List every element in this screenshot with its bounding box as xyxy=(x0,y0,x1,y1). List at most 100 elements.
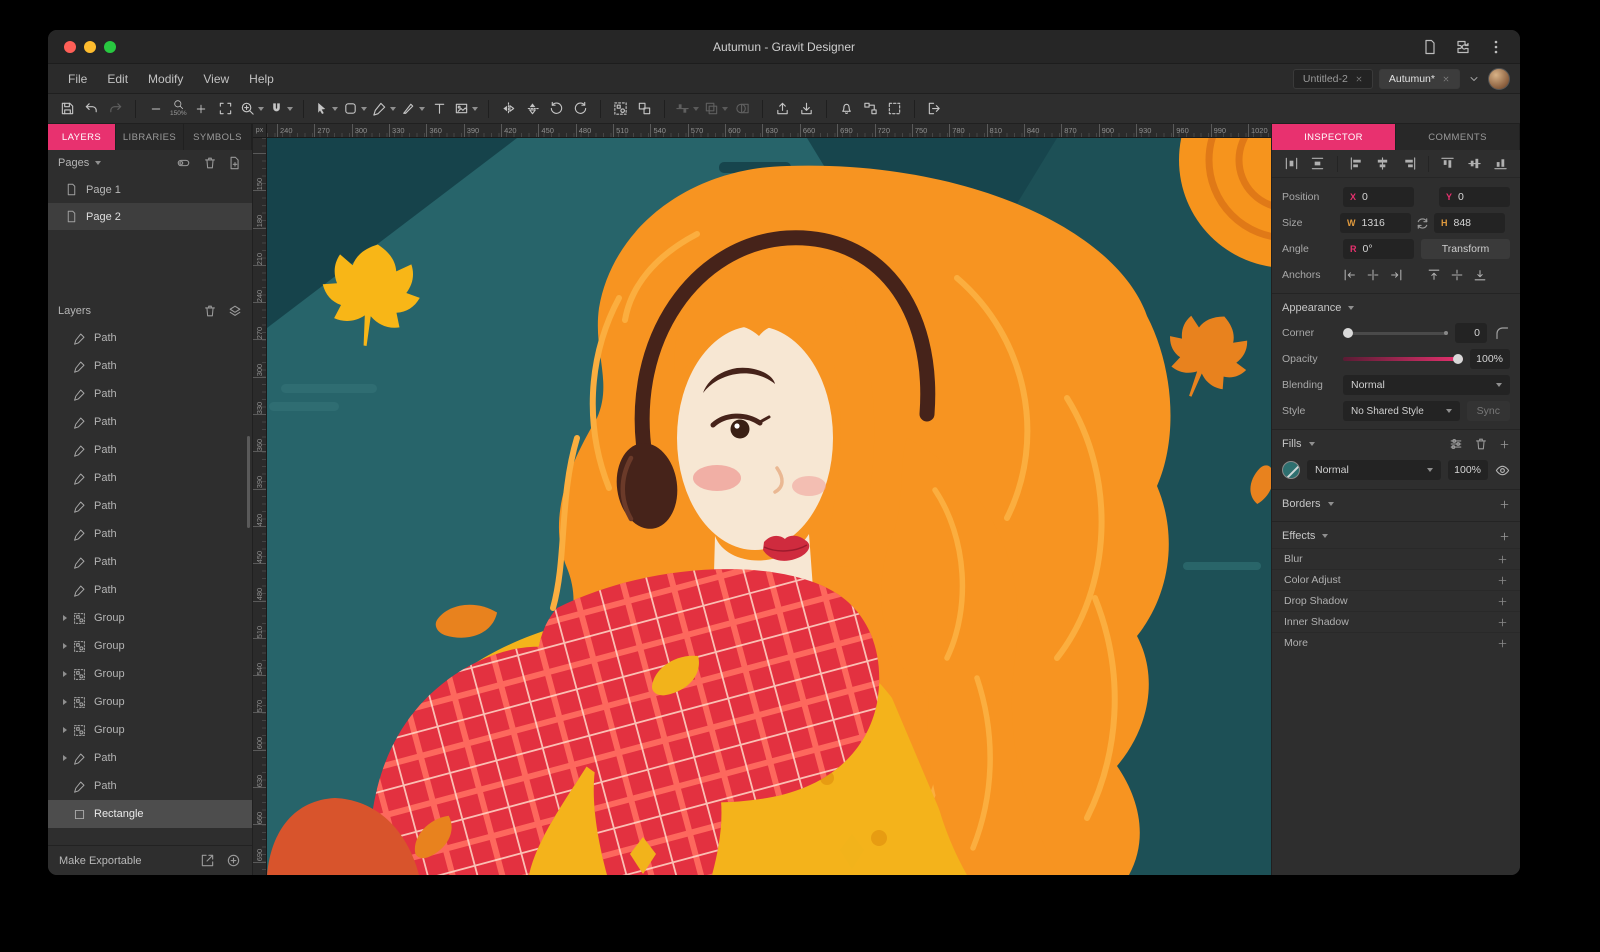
blending-select[interactable]: Normal xyxy=(1343,375,1510,395)
effects-header[interactable]: Effects xyxy=(1272,524,1520,548)
fill-visibility-icon[interactable] xyxy=(1495,463,1510,478)
menu-item[interactable]: Modify xyxy=(138,72,193,86)
disclosure-triangle-icon[interactable] xyxy=(63,615,67,621)
group-button[interactable] xyxy=(609,96,632,122)
effect-row[interactable]: Inner Shadow xyxy=(1272,611,1520,632)
close-tab-icon[interactable] xyxy=(1442,75,1450,83)
panel-tab[interactable]: LIBRARIES xyxy=(116,124,184,150)
add-effect-icon[interactable] xyxy=(1497,554,1508,565)
sync-button[interactable]: Sync xyxy=(1467,401,1510,421)
layer-row[interactable]: Group xyxy=(48,688,252,716)
layer-row[interactable]: Path xyxy=(48,520,252,548)
dropdown-caret-icon[interactable] xyxy=(361,107,367,111)
chevron-down-icon[interactable] xyxy=(95,161,101,165)
layer-row[interactable]: Path xyxy=(48,436,252,464)
disclosure-triangle-icon[interactable] xyxy=(63,643,67,649)
import-button[interactable] xyxy=(771,96,794,122)
pen-tool-button[interactable] xyxy=(370,96,398,122)
align-center-horizontal-icon[interactable] xyxy=(1375,156,1390,171)
corner-radius-icon[interactable] xyxy=(1494,325,1510,341)
zoom-out-button[interactable] xyxy=(144,96,167,122)
layer-row[interactable]: Path xyxy=(48,548,252,576)
add-effect-icon[interactable] xyxy=(1497,638,1508,649)
disclosure-triangle-icon[interactable] xyxy=(63,727,67,733)
corner-value-field[interactable]: 0 xyxy=(1455,323,1487,343)
fill-options-icon[interactable] xyxy=(1449,437,1463,451)
toggle-icon[interactable] xyxy=(175,156,192,170)
anchor-left-icon[interactable] xyxy=(1343,268,1357,282)
effect-row[interactable]: Blur xyxy=(1272,548,1520,569)
effect-row[interactable]: Drop Shadow xyxy=(1272,590,1520,611)
distribute-horizontal-icon[interactable] xyxy=(1284,156,1299,171)
close-tab-icon[interactable] xyxy=(1355,75,1363,83)
kebab-menu-icon[interactable] xyxy=(1488,39,1504,55)
notifications-button[interactable] xyxy=(835,96,858,122)
menu-item[interactable]: File xyxy=(58,72,97,86)
opacity-slider[interactable] xyxy=(1343,349,1463,369)
layer-row[interactable]: Path xyxy=(48,464,252,492)
opacity-value-field[interactable]: 100% xyxy=(1470,349,1510,369)
slice-export-icon[interactable] xyxy=(200,853,215,868)
layer-row[interactable]: Group xyxy=(48,632,252,660)
minimize-window-button[interactable] xyxy=(84,41,96,53)
disclosure-triangle-icon[interactable] xyxy=(63,671,67,677)
canvas-area[interactable]: px 2402703003303603904204504805105405706… xyxy=(253,124,1271,875)
add-effect-icon[interactable] xyxy=(1497,596,1508,607)
align-right-icon[interactable] xyxy=(1402,156,1417,171)
page-row[interactable]: Page 1 xyxy=(48,176,252,203)
fills-header[interactable]: Fills xyxy=(1272,432,1520,456)
height-field[interactable]: H 848 xyxy=(1434,213,1505,233)
zoom-in-button[interactable] xyxy=(190,96,213,122)
add-fill-icon[interactable] xyxy=(1499,439,1510,450)
layer-row[interactable]: Path xyxy=(48,408,252,436)
menu-item[interactable]: View xyxy=(193,72,239,86)
distribute-vertical-icon[interactable] xyxy=(1310,156,1325,171)
prototype-button[interactable] xyxy=(859,96,882,122)
anchor-middle-icon[interactable] xyxy=(1450,268,1464,282)
align-top-icon[interactable] xyxy=(1440,156,1455,171)
add-page-icon[interactable] xyxy=(228,156,242,170)
disclosure-triangle-icon[interactable] xyxy=(63,699,67,705)
delete-fill-icon[interactable] xyxy=(1474,437,1488,451)
align-left-icon[interactable] xyxy=(1349,156,1364,171)
appearance-header[interactable]: Appearance xyxy=(1272,296,1520,320)
add-effect-icon[interactable] xyxy=(1497,617,1508,628)
mask-button[interactable] xyxy=(731,96,754,122)
layer-row[interactable]: Group xyxy=(48,716,252,744)
anchor-right-icon[interactable] xyxy=(1389,268,1403,282)
layer-row[interactable]: Path xyxy=(48,380,252,408)
dropdown-caret-icon[interactable] xyxy=(332,107,338,111)
selection-button[interactable] xyxy=(883,96,906,122)
text-tool-button[interactable] xyxy=(428,96,451,122)
undo-button[interactable] xyxy=(80,96,103,122)
flip-horizontal-button[interactable] xyxy=(497,96,520,122)
vertical-ruler[interactable]: 1501802102402703003303603904204504805105… xyxy=(253,138,267,875)
document-icon[interactable] xyxy=(1422,39,1438,55)
width-field[interactable]: W 1316 xyxy=(1340,213,1411,233)
constrain-proportions-icon[interactable] xyxy=(1415,216,1430,231)
page-row[interactable]: Page 2 xyxy=(48,203,252,230)
effect-row[interactable]: More xyxy=(1272,632,1520,653)
horizontal-ruler[interactable]: 2402703003303603904204504805105405706006… xyxy=(267,124,1271,138)
layer-row[interactable]: Path xyxy=(48,744,252,772)
align-button[interactable] xyxy=(673,96,701,122)
panel-tab[interactable]: COMMENTS xyxy=(1396,124,1520,150)
anchor-center-icon[interactable] xyxy=(1366,268,1380,282)
anchor-bottom-icon[interactable] xyxy=(1473,268,1487,282)
export-asset-button[interactable] xyxy=(795,96,818,122)
menu-item[interactable]: Help xyxy=(239,72,284,86)
dropdown-caret-icon[interactable] xyxy=(258,107,264,111)
dropdown-caret-icon[interactable] xyxy=(390,107,396,111)
delete-layer-icon[interactable] xyxy=(203,304,217,318)
add-effect-icon[interactable] xyxy=(1497,575,1508,586)
fill-opacity-field[interactable]: 100% xyxy=(1448,460,1488,480)
redo-button[interactable] xyxy=(104,96,127,122)
add-border-icon[interactable] xyxy=(1499,499,1510,510)
knife-tool-button[interactable] xyxy=(399,96,427,122)
delete-page-icon[interactable] xyxy=(203,156,217,170)
layer-row[interactable]: Path xyxy=(48,352,252,380)
dropdown-caret-icon[interactable] xyxy=(693,107,699,111)
dropdown-caret-icon[interactable] xyxy=(472,107,478,111)
pointer-tool-button[interactable] xyxy=(312,96,340,122)
document-tab[interactable]: Autumun* xyxy=(1379,69,1460,89)
